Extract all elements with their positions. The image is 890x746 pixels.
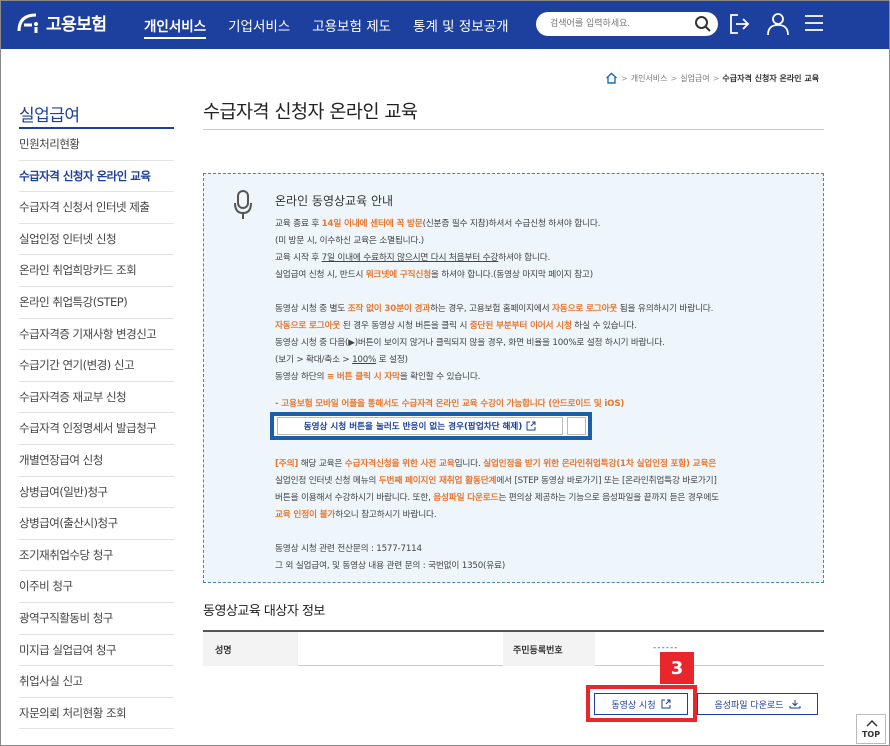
id-number-label: 주민등록번호: [503, 632, 595, 666]
info-line: 자동으로 로그아웃 된 경우 동영상 시청 버튼을 클릭 시 중단된 부분부터 …: [275, 321, 637, 331]
sidebar-item-application-submit[interactable]: 수급자격 신청서 인터넷 제출: [19, 192, 174, 224]
mobile-app-notice: - 고용보험 모바일 어플을 통해서도 수급자격 온라인 교육 수강이 가능합니…: [275, 399, 625, 409]
sidebar-item-employment-report[interactable]: 취업사실 신고: [19, 666, 174, 698]
popup-unblock-button[interactable]: 동영상 시청 버튼을 눌러도 반응이 없는 경우(팝업차단 해제): [277, 417, 563, 435]
notice-line: 실업인정 인터넷 신청 메뉴의 두번째 페이지인 재취업 활동단계에서 [STE…: [275, 476, 717, 486]
notice-line: [주의] 해당 교육은 수급자격신청을 위한 사전 교육입니다. 실업인정을 받…: [275, 459, 717, 469]
microphone-icon: [234, 190, 252, 219]
breadcrumb-current: 수급자격 신청자 온라인 교육: [722, 73, 820, 83]
nav-business-service[interactable]: 기업서비스: [228, 15, 290, 39]
sidebar-item-complaint-status[interactable]: 민원처리현황: [19, 129, 174, 161]
sidebar-item-unpaid-benefit[interactable]: 미지급 실업급여 청구: [19, 635, 174, 667]
menu-icon[interactable]: [804, 14, 824, 32]
sidebar-item-step-lecture[interactable]: 온라인 취업특강(STEP): [19, 287, 174, 319]
page-title: 수급자격 신청자 온라인 교육: [203, 102, 418, 123]
breadcrumb-separator: >: [712, 73, 720, 83]
sidebar-item-statement-issue[interactable]: 수급자격 인정명세서 발급청구: [19, 413, 174, 445]
logo[interactable]: 고용보험: [16, 10, 107, 35]
info-title: 온라인 동영상교육 안내: [275, 194, 394, 208]
breadcrumb-separator: >: [621, 73, 628, 83]
watch-video-button[interactable]: 동영상 시청: [594, 693, 688, 715]
info-line: 동영상 시청 중 다음(▶)버튼이 보이지 않거나 클릭되지 않을 경우, 화면…: [275, 338, 665, 348]
popup-button-highlight: 동영상 시청 버튼을 눌러도 반응이 없는 경우(팝업차단 해제): [270, 412, 592, 440]
info-box: 온라인 동영상교육 안내 교육 종료 후 14일 이내에 센터에 꼭 방문(신분…: [203, 173, 824, 583]
info-line: (미 방문 시, 이수하신 교육은 소멸됩니다.): [275, 236, 424, 246]
global-nav: 개인서비스 기업서비스 고용보험 제도 통계 및 정보공개: [144, 15, 531, 39]
target-info-table: 성명 주민등록번호 ------: [203, 630, 824, 666]
breadcrumb-separator: >: [670, 73, 678, 83]
popup-button-extra[interactable]: [567, 417, 586, 435]
nav-personal-service[interactable]: 개인서비스: [144, 15, 207, 39]
breadcrumb: > 개인서비스 > 실업급여 > 수급자격 신청자 온라인 교육: [605, 72, 819, 84]
sidebar-item-period-extension[interactable]: 수급기간 연기(변경) 신고: [19, 350, 174, 382]
sidebar-item-unemployment-recognition[interactable]: 실업인정 인터넷 신청: [19, 224, 174, 256]
scroll-top-button[interactable]: TOP: [856, 714, 886, 744]
chevron-up-icon: [866, 719, 878, 727]
search-icon[interactable]: [694, 15, 712, 33]
breadcrumb-item[interactable]: 개인서비스: [631, 73, 668, 84]
contact-line: 동영상 시청 관련 전산문의 : 1577-7114: [275, 544, 422, 554]
info-body: 교육 종료 후 14일 이내에 센터에 꼭 방문(신분증 필수 지참)하셔서 수…: [275, 216, 815, 413]
sidebar-item-early-reemployment[interactable]: 조기재취업수당 청구: [19, 540, 174, 572]
sidebar-item-sickness-general[interactable]: 상병급여(일반)청구: [19, 477, 174, 509]
external-link-icon: [526, 421, 536, 431]
sidebar-item-job-search-expense[interactable]: 광역구직활동비 청구: [19, 603, 174, 635]
notice-body: [주의] 해당 교육은 수급자격신청을 위한 사전 교육입니다. 실업인정을 받…: [275, 456, 815, 575]
search-input[interactable]: [550, 15, 690, 33]
step-badge: 3: [660, 652, 694, 684]
sidebar-item-advisory-status[interactable]: 자문의뢰 처리현황 조회: [19, 698, 174, 730]
notice-line: 버튼을 이용해서 수강하시기 바랍니다. 또한, 음성파일 다운로드는 편의상 …: [275, 493, 719, 503]
sidebar-item-sickness-birth[interactable]: 상병급여(출산시)청구: [19, 508, 174, 540]
nav-statistics[interactable]: 통계 및 정보공개: [413, 15, 509, 39]
target-info-title: 동영상교육 대상자 정보: [203, 604, 325, 619]
sidebar-item-extended-benefit[interactable]: 개별연장급여 신청: [19, 445, 174, 477]
home-icon[interactable]: [605, 72, 618, 84]
login-icon[interactable]: [728, 12, 750, 36]
audio-download-button[interactable]: 음성파일 다운로드: [697, 693, 818, 715]
header: 고용보험 개인서비스 기업서비스 고용보험 제도 통계 및 정보공개: [1, 1, 889, 49]
info-line: 교육 종료 후 14일 이내에 센터에 꼭 방문(신분증 필수 지참)하셔서 수…: [275, 219, 601, 229]
sidebar-item-change-report[interactable]: 수급자격증 기재사항 변경신고: [19, 319, 174, 351]
sidebar-item-relocation[interactable]: 이주비 청구: [19, 571, 174, 603]
title-divider: [203, 129, 824, 130]
name-label: 성명: [203, 632, 298, 666]
info-line: 교육 시작 후 7일 이내에 수료하지 않으시면 다시 처음부터 수강하셔야 합…: [275, 253, 551, 263]
info-line: 동영상 시청 중 별도 조작 없이 30분이 경과하는 경우, 고용보험 홈페이…: [275, 304, 714, 314]
external-link-icon: [661, 699, 671, 709]
contact-line: 그 외 실업급여, 및 동영상 내용 관련 문의 : 국번없이 1350(유료): [275, 561, 506, 571]
notice-line: 교육 인정이 불가하오니 참고하시기 바랍니다.: [275, 510, 437, 520]
download-icon: [789, 700, 801, 709]
user-icon[interactable]: [766, 12, 790, 36]
logo-text: 고용보험: [46, 15, 107, 35]
sidebar: 실업급여 민원처리현황 수급자격 신청자 온라인 교육 수급자격 신청서 인터넷…: [19, 98, 174, 730]
nav-insurance-system[interactable]: 고용보험 제도: [312, 15, 391, 39]
sidebar-item-online-education[interactable]: 수급자격 신청자 온라인 교육: [19, 161, 174, 193]
logo-icon: [17, 13, 38, 33]
info-line: 동영상 하단의 ≡ 버튼 클릭 시 자막을 확인할 수 있습니다.: [275, 372, 481, 382]
info-line: 실업급여 신청 시, 반드시 워크넷에 구직신청을 하셔야 합니다.(동영상 마…: [275, 270, 593, 280]
sidebar-item-job-hope-card[interactable]: 온라인 취업희망카드 조회: [19, 255, 174, 287]
sidebar-title: 실업급여: [19, 98, 174, 129]
sidebar-item-reissue[interactable]: 수급자격증 재교부 신청: [19, 382, 174, 414]
breadcrumb-item[interactable]: 실업급여: [680, 73, 709, 84]
search-box: [536, 12, 718, 36]
info-line: (보기 > 확대/축소 > 100% 로 설정): [275, 355, 408, 365]
